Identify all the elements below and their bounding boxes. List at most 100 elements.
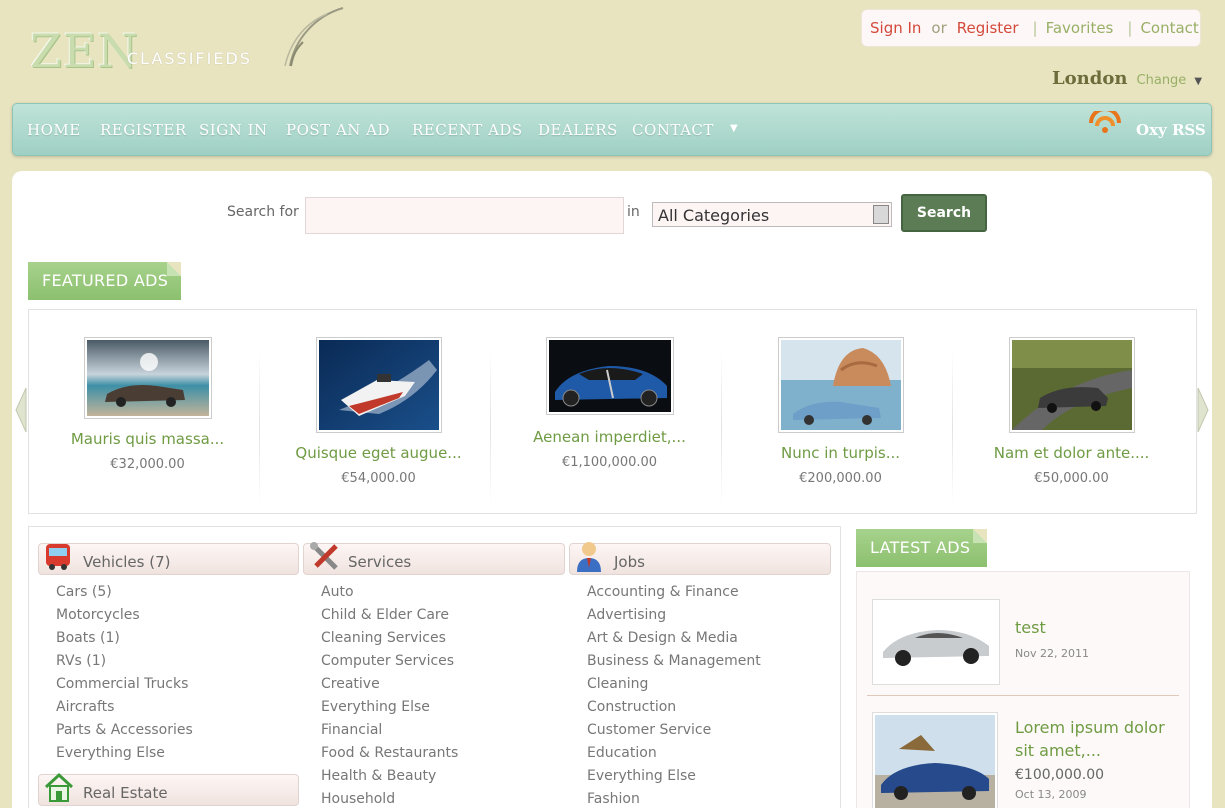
blue-convertible-photo[interactable] — [872, 712, 998, 808]
list-item[interactable]: RVs (1) — [56, 650, 193, 673]
list-item[interactable]: Parts & Accessories — [56, 719, 193, 742]
category-heading-jobs[interactable]: Jobs — [569, 542, 831, 575]
city-selector: London Change ▼ — [1052, 68, 1202, 89]
blue-convertible-rocks-photo[interactable] — [777, 337, 904, 433]
featured-ads-heading: FEATURED ADS — [28, 262, 181, 300]
featured-item-price: €50,000.00 — [1034, 471, 1109, 486]
featured-item[interactable]: Mauris quis massa... €32,000.00 — [32, 310, 263, 515]
rss-link[interactable]: Oxy RSS — [1136, 121, 1206, 139]
search-button[interactable]: Search — [901, 194, 987, 232]
nav-item-home[interactable]: HOME — [27, 121, 81, 139]
main-content: Search for in All Categories Search FEAT… — [12, 171, 1212, 808]
latest-ads-heading: LATEST ADS — [856, 529, 987, 567]
speedboat-photo[interactable] — [315, 337, 442, 433]
chevron-down-icon[interactable]: ▼ — [730, 123, 738, 134]
nav-item-dealers[interactable]: DEALERS — [538, 121, 618, 139]
search-label: Search for — [227, 204, 299, 220]
logo-sub-text: CLASSIFIEDS — [127, 49, 252, 68]
category-heading-services[interactable]: Services — [303, 542, 565, 575]
list-item[interactable]: Auto — [321, 581, 458, 604]
category-heading-vehicles[interactable]: Vehicles (7) — [38, 543, 299, 575]
list-item[interactable]: Boats (1) — [56, 627, 193, 650]
featured-item[interactable]: Nam et dolor ante.... €50,000.00 — [956, 310, 1187, 515]
list-item[interactable]: Financial — [321, 719, 458, 742]
latest-item-date: Nov 22, 2011 — [1015, 647, 1089, 660]
category-select-value: All Categories — [658, 206, 770, 225]
silver-sports-car-photo[interactable] — [872, 599, 1000, 685]
logo-main-text: ZEN — [30, 24, 139, 78]
house-icon — [44, 772, 74, 802]
services-list: Auto Child & Elder Care Cleaning Service… — [321, 581, 458, 808]
list-item[interactable]: Everything Else — [56, 742, 193, 765]
list-item[interactable]: Creative — [321, 673, 458, 696]
featured-item-title[interactable]: Aenean imperdiet,... — [494, 428, 725, 446]
divider — [490, 350, 491, 505]
list-item[interactable]: Cars (5) — [56, 581, 193, 604]
contact-link[interactable]: Contact — [1140, 19, 1198, 37]
latest-item-title[interactable]: test — [1015, 616, 1175, 639]
list-item[interactable]: Art & Design & Media — [587, 627, 761, 650]
list-item[interactable]: Accounting & Finance — [587, 581, 761, 604]
search-input[interactable] — [305, 197, 624, 234]
in-label: in — [627, 204, 640, 220]
rss-icon[interactable] — [1089, 111, 1121, 135]
list-item[interactable]: Food & Restaurants — [321, 742, 458, 765]
nav-item-register[interactable]: REGISTER — [100, 121, 187, 139]
nav-item-contact[interactable]: CONTACT — [632, 121, 714, 139]
category-heading-real-estate[interactable]: Real Estate — [38, 772, 299, 806]
list-item[interactable]: Everything Else — [587, 765, 761, 788]
featured-item-price: €54,000.00 — [341, 471, 416, 486]
featured-item[interactable]: Nunc in turpis... €200,000.00 — [725, 310, 956, 515]
site-logo[interactable]: ZEN CLASSIFIEDS — [30, 7, 344, 78]
featured-item-price: €1,100,000.00 — [561, 455, 658, 470]
featured-item[interactable]: Aenean imperdiet,... €1,100,000.00 — [494, 310, 725, 515]
nav-item-post-an-ad[interactable]: POST AN AD — [286, 121, 390, 139]
list-item[interactable]: Education — [587, 742, 761, 765]
featured-item-price: €32,000.00 — [110, 457, 185, 472]
category-heading-label: Services — [348, 553, 412, 571]
list-item[interactable]: Cleaning — [587, 673, 761, 696]
sign-in-link[interactable]: Sign In — [870, 19, 921, 37]
top-links-bar: Sign In or Register | Favorites | Contac… — [861, 9, 1201, 47]
chevron-down-icon[interactable]: ▼ — [1194, 76, 1202, 87]
change-city-link[interactable]: Change — [1137, 73, 1187, 88]
list-item[interactable]: Construction — [587, 696, 761, 719]
grey-sedan-road-photo[interactable] — [1008, 337, 1135, 433]
category-select[interactable]: All Categories — [652, 202, 892, 227]
main-navigation: HOME REGISTER SIGN IN POST AN AD RECENT … — [12, 103, 1212, 156]
list-item[interactable]: Aircrafts — [56, 696, 193, 719]
list-item[interactable]: Computer Services — [321, 650, 458, 673]
logo-swoosh-icon — [284, 7, 344, 67]
nav-item-sign-in[interactable]: SIGN IN — [199, 121, 268, 139]
list-item[interactable]: Business & Management — [587, 650, 761, 673]
list-item[interactable]: Customer Service — [587, 719, 761, 742]
list-item[interactable]: Child & Elder Care — [321, 604, 458, 627]
person-icon — [577, 542, 601, 572]
nav-item-recent-ads[interactable]: RECENT ADS — [412, 121, 523, 139]
featured-ads-carousel: Mauris quis massa... €32,000.00 Quisque … — [28, 309, 1197, 514]
featured-item-title[interactable]: Quisque eget augue... — [263, 444, 494, 462]
city-name: London — [1052, 68, 1128, 89]
register-link[interactable]: Register — [957, 19, 1019, 37]
divider — [952, 350, 953, 505]
bugatti-photo[interactable] — [545, 337, 674, 415]
list-item[interactable]: Motorcycles — [56, 604, 193, 627]
favorites-link[interactable]: Favorites — [1046, 19, 1114, 37]
or-text: or — [931, 19, 947, 37]
featured-item-title[interactable]: Mauris quis massa... — [32, 430, 263, 448]
featured-item-title[interactable]: Nunc in turpis... — [725, 444, 956, 462]
convertible-beach-photo[interactable] — [83, 337, 212, 419]
latest-item-title[interactable]: Lorem ipsum dolor sit amet,... — [1015, 716, 1175, 762]
carousel-prev-icon[interactable] — [15, 388, 27, 432]
list-item[interactable]: Everything Else — [321, 696, 458, 719]
carousel-next-icon[interactable] — [1197, 388, 1209, 432]
list-item[interactable]: Cleaning Services — [321, 627, 458, 650]
list-item[interactable]: Advertising — [587, 604, 761, 627]
featured-item-title[interactable]: Nam et dolor ante.... — [956, 444, 1187, 462]
featured-item[interactable]: Quisque eget augue... €54,000.00 — [263, 310, 494, 515]
list-item[interactable]: Commercial Trucks — [56, 673, 193, 696]
list-item[interactable]: Fashion — [587, 788, 761, 808]
list-item[interactable]: Health & Beauty — [321, 765, 458, 788]
list-item[interactable]: Household — [321, 788, 458, 808]
select-arrow-icon[interactable] — [873, 205, 889, 224]
